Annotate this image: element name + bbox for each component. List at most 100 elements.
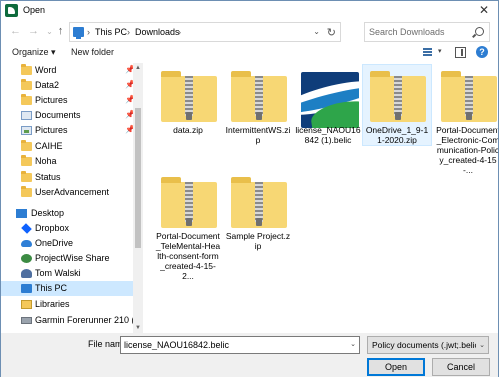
new-folder-button[interactable]: New folder xyxy=(71,47,114,57)
nav-item-documents[interactable]: Documents 📌 xyxy=(1,108,135,123)
nav-item-libraries[interactable]: Libraries xyxy=(1,297,133,312)
file-name-input[interactable] xyxy=(124,339,344,351)
nav-item-label: This PC xyxy=(35,283,68,293)
user-icon xyxy=(21,269,32,278)
nav-item-label: Pictures xyxy=(35,125,68,135)
nav-item-projectwise-share[interactable]: ProjectWise Share xyxy=(1,251,133,266)
preview-pane-icon[interactable] xyxy=(455,47,466,58)
file-type-select[interactable]: Policy documents (.jwt;.belic;.z ⌄ xyxy=(367,336,489,354)
file-tile-sample-project-zip[interactable]: Sample Project.zip xyxy=(224,171,292,251)
command-bar: Organize ▾ New folder ▾ ? xyxy=(1,44,498,62)
nav-item-label: Noha xyxy=(35,156,57,166)
nav-item-label: Dropbox xyxy=(35,223,70,233)
file-tile-portal-document-electronic[interactable]: Portal-Document_Electronic-Communication… xyxy=(434,65,498,175)
nav-item-label: CAIHE xyxy=(35,141,63,151)
nav-item-noha[interactable]: Noha xyxy=(1,154,133,169)
open-button[interactable]: Open xyxy=(367,358,425,376)
nav-item-dropbox[interactable]: Dropbox xyxy=(1,221,133,236)
folder-icon xyxy=(21,79,32,90)
file-name: OneDrive_1_9-11-2020.zip xyxy=(365,125,429,145)
forward-button[interactable]: → xyxy=(27,25,40,38)
file-type-value: Policy documents (.jwt;.belic;.z xyxy=(372,340,476,350)
back-button[interactable]: ← xyxy=(9,25,22,38)
this-pc-icon xyxy=(21,284,32,293)
search-box[interactable] xyxy=(364,22,490,42)
cancel-button[interactable]: Cancel xyxy=(432,358,490,376)
nav-item-label: Word xyxy=(35,65,57,75)
scroll-up-icon[interactable]: ▲ xyxy=(135,65,141,71)
nav-item-label: UserAdvancement xyxy=(35,187,110,197)
refresh-icon[interactable]: ↻ xyxy=(327,26,336,39)
zip-folder-icon xyxy=(161,71,217,122)
file-tile-portal-document-telemental[interactable]: Portal-Document_TeleMental-Health-consen… xyxy=(154,171,222,281)
nav-item-desktop[interactable]: Desktop xyxy=(1,206,133,221)
search-icon xyxy=(475,27,484,36)
dropbox-icon xyxy=(21,223,32,234)
nav-item-label: OneDrive xyxy=(35,238,74,248)
close-button[interactable]: ✕ xyxy=(476,3,492,17)
nav-item-pictures-folder[interactable]: Pictures 📌 xyxy=(1,93,135,108)
zip-folder-icon xyxy=(441,71,497,122)
file-name: data.zip xyxy=(173,125,203,135)
breadcrumb-separator: › xyxy=(127,27,130,37)
change-view-icon[interactable] xyxy=(423,47,435,57)
breadcrumb-downloads[interactable]: Downloads xyxy=(135,27,180,37)
navigation-scrollbar[interactable]: ▲ ▼ xyxy=(133,63,143,333)
zip-folder-icon xyxy=(370,71,426,122)
file-tile-onedrive-zip[interactable]: OneDrive_1_9-11-2020.zip xyxy=(362,64,432,146)
projectwise-icon xyxy=(21,254,32,263)
nav-item-status[interactable]: Status xyxy=(1,170,133,185)
nav-item-onedrive[interactable]: OneDrive xyxy=(1,236,133,251)
nav-item-label: Documents xyxy=(35,110,81,120)
nav-item-label: Desktop xyxy=(31,208,65,218)
drive-icon xyxy=(21,317,32,324)
scroll-thumb[interactable] xyxy=(135,108,141,248)
nav-item-label: Status xyxy=(35,172,61,182)
scroll-down-icon[interactable]: ▼ xyxy=(135,325,141,331)
file-tile-license-belic[interactable]: license_NAOU16842 (1).belic xyxy=(294,65,362,145)
desktop-icon xyxy=(16,209,27,218)
file-tile-data-zip[interactable]: data.zip xyxy=(154,65,222,145)
documents-icon xyxy=(21,111,32,120)
nav-item-label: Data2 xyxy=(35,80,60,90)
file-tile-intermittentws-zip[interactable]: IntermittentWS.zip xyxy=(224,65,292,145)
breadcrumb-separator: › xyxy=(87,27,90,37)
address-bar[interactable]: › This PC › Downloads › ⌄ ↻ xyxy=(69,22,341,42)
file-list: data.zip IntermittentWS.zip license_NAOU… xyxy=(144,63,498,333)
zip-folder-icon xyxy=(231,71,287,122)
nav-item-caihe[interactable]: CAIHE xyxy=(1,139,133,154)
file-name: license_NAOU16842 (1).belic xyxy=(295,125,361,145)
breadcrumb-this-pc[interactable]: This PC xyxy=(95,27,127,37)
up-button[interactable]: ↑ xyxy=(54,25,67,38)
folder-icon xyxy=(21,186,32,197)
nav-item-label: Garmin Forerunner 210 (H:) xyxy=(35,315,143,325)
nav-item-pictures[interactable]: Pictures 📌 xyxy=(1,123,135,138)
file-name-dropdown-icon[interactable]: ⌄ xyxy=(350,340,356,348)
nav-item-word[interactable]: Word 📌 xyxy=(1,63,135,78)
folder-icon xyxy=(21,171,32,182)
file-name: Sample Project.zip xyxy=(225,231,291,251)
nav-item-this-pc[interactable]: This PC xyxy=(1,281,133,296)
view-options-caret[interactable]: ▾ xyxy=(438,47,442,55)
belic-file-icon xyxy=(301,72,359,128)
file-name: IntermittentWS.zip xyxy=(225,125,291,145)
folder-icon xyxy=(21,64,32,75)
address-dropdown-icon[interactable]: ⌄ xyxy=(313,27,320,36)
title-bar: Open ✕ xyxy=(1,1,498,20)
folder-icon xyxy=(21,155,32,166)
file-name-combobox[interactable]: ⌄ xyxy=(120,336,360,354)
address-row: ← → ⌄ ↑ › This PC › Downloads › ⌄ ↻ xyxy=(1,20,498,44)
search-input[interactable] xyxy=(369,26,469,38)
navigation-pane: Word 📌 Data2 📌 Pictures 📌 Documents 📌 Pi… xyxy=(1,63,143,333)
app-icon xyxy=(5,4,18,17)
nav-item-garmin-drive[interactable]: Garmin Forerunner 210 (H:) xyxy=(1,313,143,328)
organize-button[interactable]: Organize ▾ xyxy=(12,47,56,58)
nav-item-useradvancement[interactable]: UserAdvancement xyxy=(1,185,133,200)
nav-item-data2[interactable]: Data2 📌 xyxy=(1,78,135,93)
nav-item-tom-walski[interactable]: Tom Walski xyxy=(1,266,133,281)
this-pc-icon xyxy=(73,27,84,39)
zip-folder-icon xyxy=(161,177,217,228)
help-icon[interactable]: ? xyxy=(476,46,488,58)
file-type-dropdown-icon: ⌄ xyxy=(479,342,485,349)
nav-item-label: Libraries xyxy=(35,299,70,309)
